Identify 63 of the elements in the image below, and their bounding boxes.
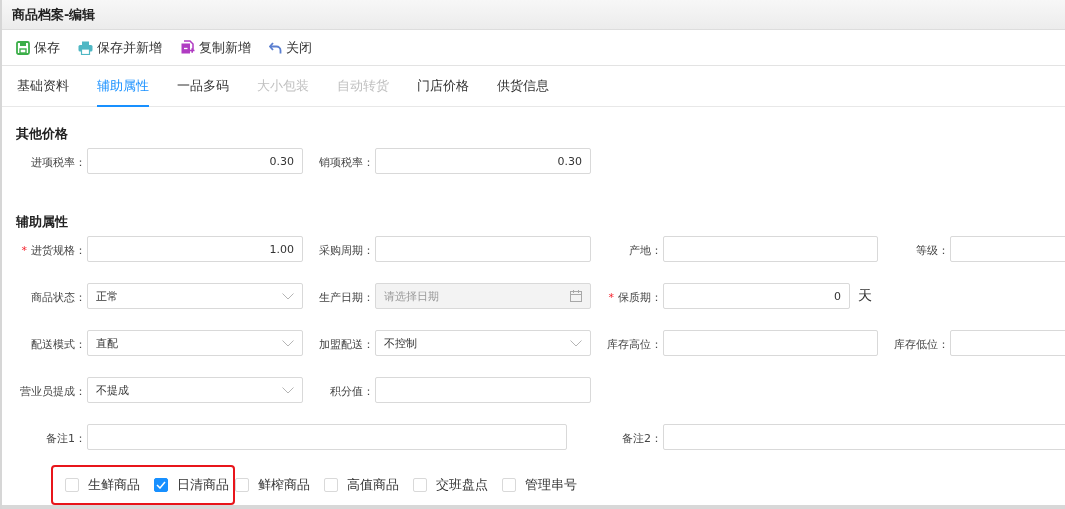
checkbox-label: 管理串号 bbox=[525, 476, 577, 494]
checkbox-label: 交班盘点 bbox=[436, 476, 488, 494]
field-label: 积分值： bbox=[330, 383, 374, 399]
section-title: 其他价格 bbox=[15, 125, 69, 143]
chevron-down-icon bbox=[570, 339, 582, 347]
checkbox[interactable] bbox=[154, 478, 168, 492]
required-mark: * bbox=[21, 243, 27, 257]
field-label: 采购周期： bbox=[319, 242, 374, 258]
field-label: 等级： bbox=[916, 242, 949, 258]
field-label: 备注2： bbox=[622, 430, 662, 446]
toolbar-button[interactable]: 保存并新增 bbox=[78, 38, 162, 57]
tab[interactable]: 一品多码 bbox=[177, 66, 229, 107]
field-label: 配送模式： bbox=[31, 336, 86, 352]
checkbox-label: 生鲜商品 bbox=[88, 476, 140, 494]
toolbar-button[interactable]: 保存 bbox=[16, 38, 60, 57]
save-icon bbox=[16, 40, 30, 55]
toolbar-button[interactable]: 关闭 bbox=[269, 38, 312, 57]
input-field[interactable]: 0.30 bbox=[375, 148, 591, 174]
tab[interactable]: 供货信息 bbox=[497, 66, 549, 107]
checkbox-label: 日清商品 bbox=[177, 476, 229, 494]
input-field[interactable] bbox=[950, 236, 1065, 262]
field-label: 生产日期： bbox=[319, 289, 374, 305]
field-label: 加盟配送： bbox=[319, 336, 374, 352]
field-label: 销项税率： bbox=[319, 154, 374, 170]
field-label: 保质期： bbox=[618, 289, 662, 305]
field-label: 营业员提成： bbox=[20, 383, 86, 399]
input-field[interactable]: 正常 bbox=[87, 283, 303, 309]
input-field[interactable] bbox=[663, 330, 878, 356]
input-field[interactable] bbox=[663, 236, 878, 262]
tab[interactable]: 基础资料 bbox=[17, 66, 69, 107]
input-field[interactable]: 不控制 bbox=[375, 330, 591, 356]
chevron-down-icon bbox=[282, 386, 294, 394]
input-field[interactable]: 不提成 bbox=[87, 377, 303, 403]
required-mark: * bbox=[608, 290, 614, 304]
copy-icon bbox=[180, 40, 195, 55]
input-field[interactable]: 0 bbox=[663, 283, 850, 309]
window-title: 商品档案-编辑 bbox=[12, 5, 96, 24]
input-field[interactable]: 1.00 bbox=[87, 236, 303, 262]
printer-icon bbox=[78, 40, 93, 55]
input-field[interactable] bbox=[663, 424, 1065, 450]
checkbox-label: 鲜榨商品 bbox=[258, 476, 310, 494]
input-field[interactable] bbox=[375, 236, 591, 262]
field-label: 商品状态： bbox=[31, 289, 86, 305]
calendar-icon bbox=[570, 290, 582, 302]
section-title: 辅助属性 bbox=[15, 213, 69, 231]
input-field[interactable]: 直配 bbox=[87, 330, 303, 356]
tab[interactable]: 门店价格 bbox=[417, 66, 469, 107]
input-field[interactable]: 0.30 bbox=[87, 148, 303, 174]
field-label: 产地： bbox=[629, 242, 662, 258]
undo-icon bbox=[269, 41, 282, 54]
checkbox-label: 高值商品 bbox=[347, 476, 399, 494]
unit-label: 天 bbox=[858, 287, 873, 305]
field-label: 库存高位： bbox=[607, 336, 662, 352]
input-field[interactable] bbox=[87, 424, 567, 450]
field-label: 进项税率： bbox=[31, 154, 86, 170]
chevron-down-icon bbox=[282, 292, 294, 300]
field-label: 备注1： bbox=[46, 430, 86, 446]
input-field[interactable] bbox=[950, 330, 1065, 356]
field-label: 库存低位： bbox=[894, 336, 949, 352]
field-label: 进货规格： bbox=[31, 242, 86, 258]
toolbar-button[interactable]: 复制新增 bbox=[180, 38, 251, 57]
input-field[interactable] bbox=[375, 377, 591, 403]
chevron-down-icon bbox=[282, 339, 294, 347]
